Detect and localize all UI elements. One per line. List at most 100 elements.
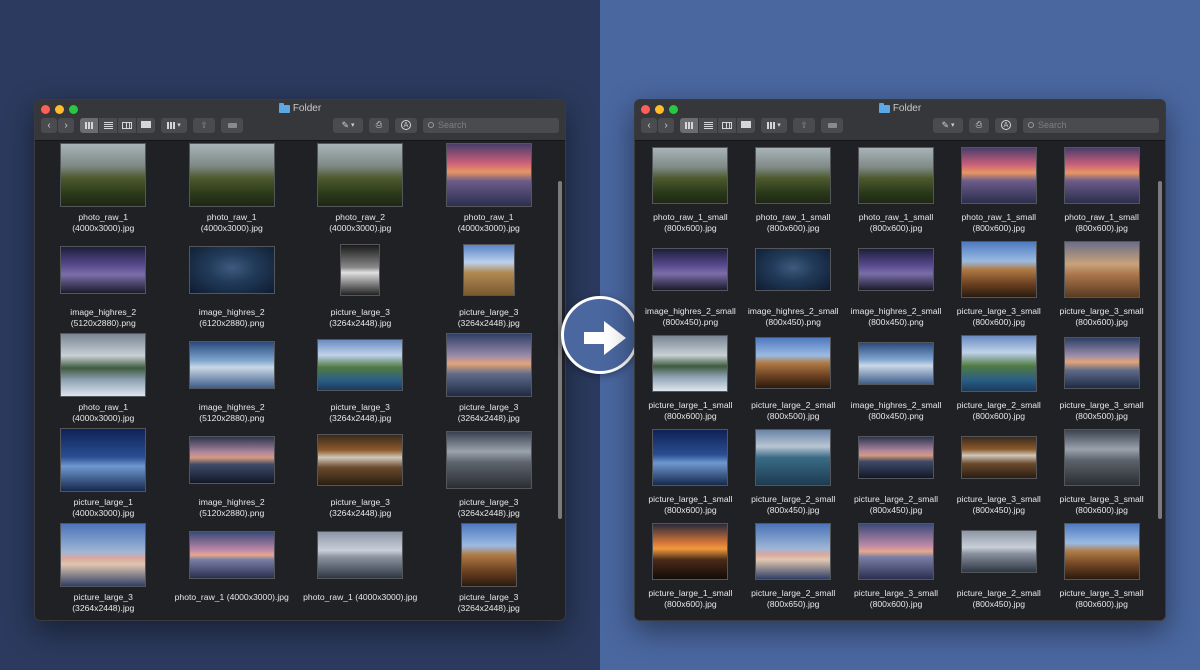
scrollbar[interactable]: [558, 181, 562, 519]
image-thumbnail: [960, 334, 1037, 392]
thumbnail-wrap: [652, 329, 729, 397]
file-item[interactable]: image_highres_2 (6120x2880).png: [168, 236, 297, 331]
thumbnail-wrap: [188, 331, 275, 399]
search-field[interactable]: Search: [423, 117, 559, 133]
file-item[interactable]: picture_large_3 (3264x2448).jpg: [296, 236, 425, 331]
file-item[interactable]: picture_large_3 (3264x2448).jpg: [296, 426, 425, 521]
file-item[interactable]: picture_large_2_small (800x500).jpg: [742, 329, 845, 423]
file-item[interactable]: picture_large_2_small (800x450).jpg: [845, 423, 948, 517]
thumbnail-wrap: [60, 236, 147, 304]
share-button[interactable]: ⇧: [793, 117, 815, 133]
file-item[interactable]: photo_raw_1 (4000x3000).jpg: [39, 331, 168, 426]
file-item[interactable]: picture_large_3 (3264x2448).jpg: [425, 331, 554, 426]
file-item[interactable]: picture_large_3_small (800x600).jpg: [845, 517, 948, 611]
file-item[interactable]: picture_large_2_small (800x650).jpg: [742, 517, 845, 611]
group-by-button[interactable]: ▾: [761, 117, 787, 133]
file-item[interactable]: picture_large_3_small (800x600).jpg: [1050, 423, 1153, 517]
file-item[interactable]: image_highres_2_small (800x450).png: [639, 235, 742, 329]
file-browser-content: photo_raw_1_small (800x600).jpg photo_raw_…: [635, 141, 1165, 620]
back-button[interactable]: ‹: [641, 117, 657, 133]
file-item[interactable]: image_highres_2_small (800x450).png: [845, 235, 948, 329]
file-item[interactable]: image_highres_2 (5120x2880).png: [39, 236, 168, 331]
file-dimensions: (3264x2448).jpg: [72, 603, 135, 613]
file-dimensions: (800x600).jpg: [766, 223, 820, 233]
file-item[interactable]: photo_raw_1 (4000x3000).jpg: [168, 141, 297, 236]
file-item[interactable]: picture_large_2_small (800x600).jpg: [947, 329, 1050, 423]
right-arrow-icon: [584, 332, 606, 344]
forward-button[interactable]: ›: [58, 117, 74, 133]
nav-buttons: ‹ ›: [641, 117, 674, 133]
gallery-view-button[interactable]: [137, 117, 155, 133]
file-item[interactable]: photo_raw_1_small (800x600).jpg: [947, 141, 1050, 235]
file-dimensions: (800x450).jpg: [972, 505, 1026, 515]
icon-view-button[interactable]: [80, 117, 98, 133]
file-item[interactable]: picture_large_3 (3264x2448).jpg: [425, 426, 554, 521]
file-item[interactable]: image_highres_2_small (800x450).png: [742, 235, 845, 329]
gallery-icon: [741, 120, 751, 130]
file-item[interactable]: photo_raw_1 (4000x3000).jpg: [296, 521, 425, 616]
file-item[interactable]: picture_large_3_small (800x500).jpg: [1050, 329, 1153, 423]
thumbnail-wrap: [857, 141, 934, 209]
file-dimensions: (800x450).png: [662, 317, 719, 327]
forward-button[interactable]: ›: [658, 117, 674, 133]
finder-window-resized: Folder ‹ › ▾ ⇧ ✎ ▾ ⎙ A Search photo_raw_…: [634, 99, 1166, 621]
file-item[interactable]: picture_large_3_small (800x450).jpg: [947, 423, 1050, 517]
thumbnail-wrap: [460, 521, 517, 589]
file-grid: photo_raw_1 (4000x3000).jpg photo_raw_1 (40…: [39, 141, 553, 620]
thumbnail-wrap: [857, 235, 934, 303]
file-item[interactable]: image_highres_2 (5120x2880).png: [168, 426, 297, 521]
airdrop-button[interactable]: A: [995, 117, 1017, 133]
file-item[interactable]: photo_raw_1 (4000x3000).jpg: [168, 521, 297, 616]
tags-button[interactable]: [821, 117, 843, 133]
list-view-button[interactable]: [99, 117, 117, 133]
back-button[interactable]: ‹: [41, 117, 57, 133]
file-item[interactable]: picture_large_3 (3264x2448).jpg: [39, 521, 168, 616]
icon-view-button[interactable]: [680, 117, 698, 133]
file-name: photo_raw_1_small: [653, 212, 728, 222]
file-dimensions: (800x600).jpg: [664, 599, 717, 609]
file-item[interactable]: picture_large_3 (3264x2448).jpg: [296, 331, 425, 426]
file-item[interactable]: picture_large_3_small (800x600).jpg: [1050, 235, 1153, 329]
image-thumbnail: [462, 244, 515, 296]
tags-button[interactable]: [221, 117, 243, 133]
search-field[interactable]: Search: [1023, 117, 1159, 133]
action-brush-button[interactable]: ✎ ▾: [933, 117, 963, 133]
image-thumbnail: [188, 436, 275, 484]
file-name: picture_large_3_small: [1059, 494, 1144, 504]
image-thumbnail: [960, 146, 1037, 204]
group-by-button[interactable]: ▾: [161, 117, 187, 133]
file-item[interactable]: picture_large_3 (3264x2448).jpg: [425, 236, 554, 331]
file-item[interactable]: image_highres_2 (5120x2880).png: [168, 331, 297, 426]
file-item[interactable]: picture_large_3_small (800x600).jpg: [1050, 517, 1153, 611]
action-brush-button[interactable]: ✎ ▾: [333, 117, 363, 133]
file-item[interactable]: photo_raw_1_small (800x600).jpg: [742, 141, 845, 235]
scrollbar[interactable]: [1158, 181, 1162, 519]
file-dimensions: (3264x2448).jpg: [457, 413, 520, 423]
file-item[interactable]: photo_raw_1 (4000x3000).jpg: [39, 141, 168, 236]
file-item[interactable]: photo_raw_1_small (800x600).jpg: [639, 141, 742, 235]
column-view-button[interactable]: [118, 117, 136, 133]
file-item[interactable]: picture_large_3_small (800x600).jpg: [947, 235, 1050, 329]
file-item[interactable]: picture_large_2_small (800x450).jpg: [947, 517, 1050, 611]
airdrop-button[interactable]: A: [395, 117, 417, 133]
image-thumbnail: [460, 523, 517, 587]
file-item[interactable]: picture_large_1_small (800x600).jpg: [639, 423, 742, 517]
file-item[interactable]: picture_large_1_small (800x600).jpg: [639, 329, 742, 423]
file-item[interactable]: picture_large_3 (3264x2448).jpg: [425, 521, 554, 616]
file-item[interactable]: image_highres_2_small (800x450).png: [845, 329, 948, 423]
file-item[interactable]: picture_large_1 (4000x3000).jpg: [39, 426, 168, 521]
file-item[interactable]: photo_raw_1 (4000x3000).jpg: [425, 141, 554, 236]
file-dimensions: (4000x3000).jpg: [72, 413, 135, 423]
file-item[interactable]: picture_large_2_small (800x450).jpg: [742, 423, 845, 517]
list-view-button[interactable]: [699, 117, 717, 133]
quick-action-button[interactable]: ⎙: [969, 117, 989, 133]
file-item[interactable]: photo_raw_1_small (800x600).jpg: [845, 141, 948, 235]
file-item[interactable]: photo_raw_2 (4000x3000).jpg: [296, 141, 425, 236]
file-item[interactable]: picture_large_1_small (800x600).jpg: [639, 517, 742, 611]
file-item[interactable]: photo_raw_1_small (800x600).jpg: [1050, 141, 1153, 235]
gallery-view-button[interactable]: [737, 117, 755, 133]
column-view-button[interactable]: [718, 117, 736, 133]
quick-action-button[interactable]: ⎙: [369, 117, 389, 133]
file-name: image_highres_2_small: [850, 306, 942, 316]
share-button[interactable]: ⇧: [193, 117, 215, 133]
